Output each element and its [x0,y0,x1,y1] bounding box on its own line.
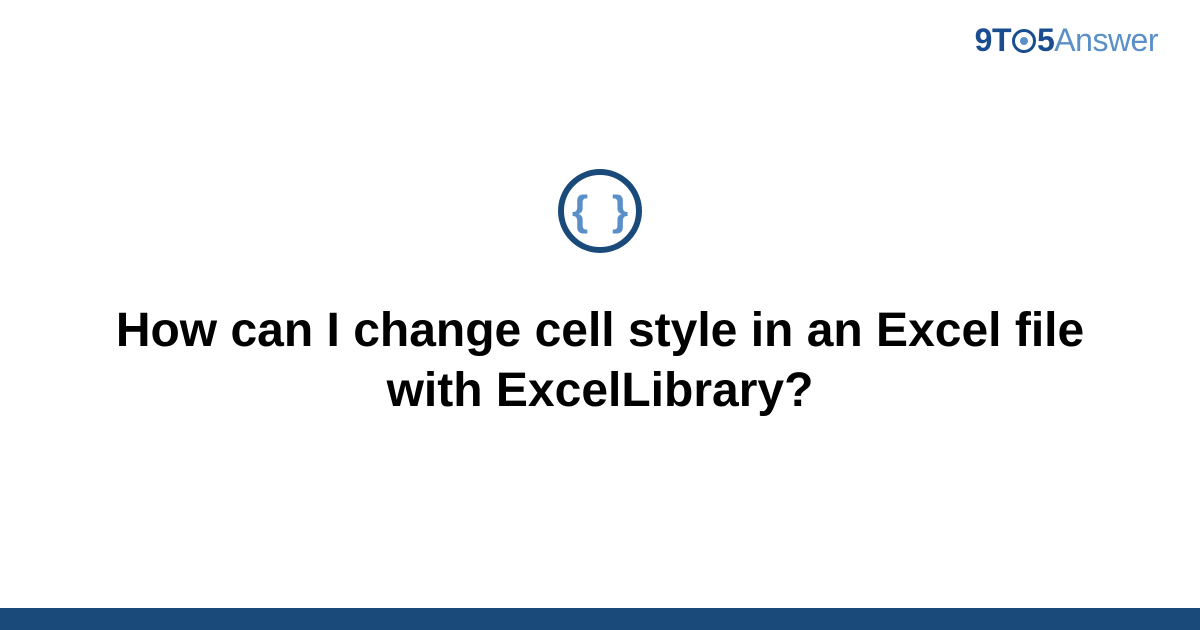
footer-bar [0,608,1200,630]
question-title: How can I change cell style in an Excel … [110,301,1090,421]
main-content: { } How can I change cell style in an Ex… [0,0,1200,630]
code-braces-icon: { } [572,190,634,232]
category-icon-circle: { } [558,169,642,253]
